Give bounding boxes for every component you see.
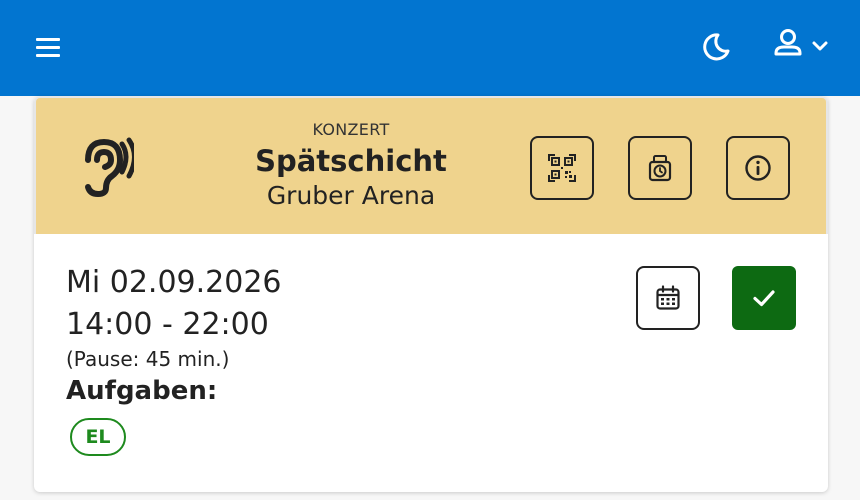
qr-code-icon <box>548 154 576 182</box>
tasks-label: Aufgaben: <box>66 376 218 406</box>
shift-title: Spätschicht <box>255 144 447 178</box>
shift-card-body: Mi 02.09.2026 14:00 - 22:00 (Pause: 45 m… <box>34 234 828 492</box>
top-app-bar <box>0 0 860 96</box>
task-badge: EL <box>70 418 126 456</box>
confirm-button[interactable] <box>732 266 796 330</box>
user-icon <box>774 29 828 56</box>
shift-time: 14:00 - 22:00 <box>66 307 269 342</box>
shift-card: KONZERT Spätschicht Gruber Arena Mi 02.0… <box>34 96 828 492</box>
calendar-icon <box>656 285 680 310</box>
add-to-calendar-button[interactable] <box>636 266 700 330</box>
user-menu-button[interactable] <box>772 28 834 64</box>
chevron-down-icon <box>812 41 828 51</box>
shift-title-block: KONZERT Spätschicht Gruber Arena <box>196 120 506 212</box>
timer-device-icon <box>648 155 672 182</box>
info-icon <box>745 155 771 181</box>
check-icon <box>753 290 775 307</box>
moon-icon[interactable] <box>700 30 732 62</box>
shift-date: Mi 02.09.2026 <box>66 265 282 300</box>
time-tracker-button[interactable] <box>628 136 692 200</box>
shift-card-header: KONZERT Spätschicht Gruber Arena <box>34 96 828 234</box>
shift-pause: (Pause: 45 min.) <box>66 347 230 371</box>
ear-icon <box>85 137 134 198</box>
hamburger-icon[interactable] <box>34 36 62 60</box>
shift-category: KONZERT <box>312 120 390 139</box>
qr-code-button[interactable] <box>530 136 594 200</box>
info-button[interactable] <box>726 136 790 200</box>
shift-venue: Gruber Arena <box>266 181 436 210</box>
